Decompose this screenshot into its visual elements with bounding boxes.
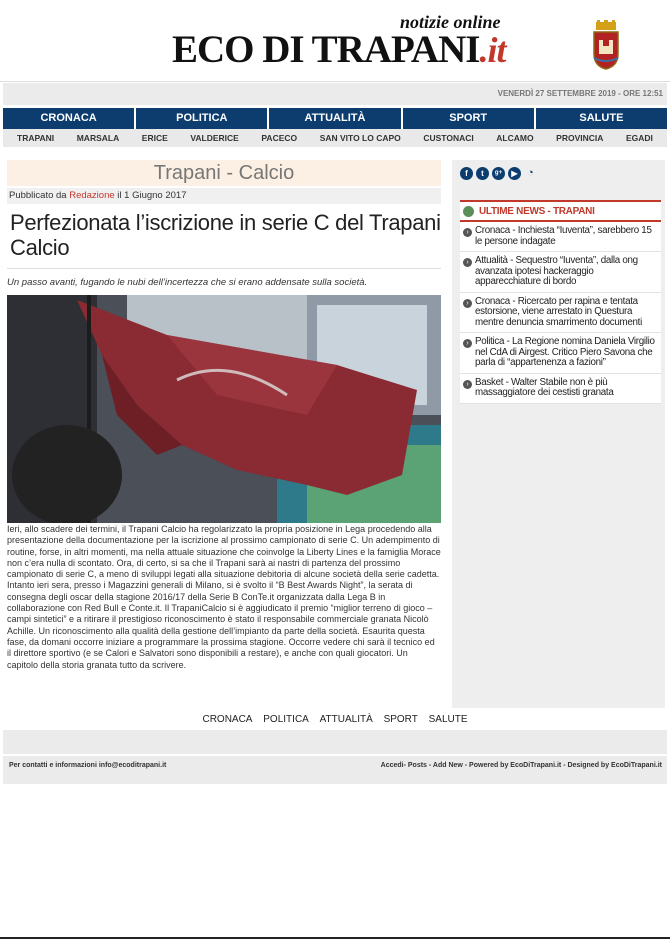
news-item[interactable]: › Politica - La Regione nomina Daniela V… — [460, 333, 661, 374]
sub-nav-item-trapani[interactable]: TRAPANI — [17, 129, 54, 147]
news-item[interactable]: › Attualità - Sequestro “Iuventa”, dalla… — [460, 252, 661, 293]
arrow-right-icon: › — [463, 298, 472, 308]
latest-news-heading: ULTIME NEWS - TRAPANI — [460, 200, 661, 222]
footer-contact[interactable]: Per contatti e informazioni info@ecoditr… — [9, 762, 166, 769]
news-item[interactable]: › Basket - Walter Stabile non è più mass… — [460, 374, 661, 404]
arrow-right-icon: › — [463, 228, 472, 237]
footer-nav: CRONACA POLITICA ATTUALITÀ SPORT SALUTE — [0, 714, 670, 725]
footer-spacer-bar — [3, 730, 667, 754]
news-item-text[interactable]: Cronaca - Ricercato per rapina e tentata… — [475, 296, 658, 329]
arrow-right-icon: › — [463, 339, 472, 348]
logo-main-text: ECO DI TRAPANI — [172, 28, 480, 71]
sub-nav: TRAPANI MARSALA ERICE VALDERICE PACECO S… — [3, 129, 667, 147]
main-nav-item-sport[interactable]: SPORT — [402, 108, 534, 129]
current-date: VENERDÌ 27 SETTEMBRE 2019 - ORE 12:51 — [497, 89, 663, 98]
published-prefix: Pubblicato da — [9, 190, 67, 201]
news-item-text[interactable]: Attualità - Sequestro “Iuventa”, dalla o… — [475, 255, 658, 288]
twitter-icon[interactable]: t — [476, 167, 489, 180]
published-date: il 1 Giugno 2017 — [117, 190, 187, 201]
logo-suffix-text: .it — [479, 30, 506, 70]
footer-credits[interactable]: Accedi- Posts - Add New - Powered by Eco… — [381, 762, 662, 769]
clock-icon — [463, 205, 474, 217]
sidebar: f t g+ ▶ ◔ ULTIME NEWS - TRAPANI › Crona… — [452, 160, 665, 708]
article-title: Perfezionata l’iscrizione in serie C del… — [7, 210, 441, 269]
site-logo[interactable]: ECO DI TRAPANI.it — [172, 28, 506, 71]
site-header: notizie online ECO DI TRAPANI.it — [0, 0, 670, 82]
category-banner[interactable]: Trapani - Calcio — [7, 160, 441, 186]
sub-nav-item-san-vito[interactable]: SAN VITO LO CAPO — [320, 129, 401, 147]
footer-nav-item-salute[interactable]: SALUTE — [429, 714, 468, 725]
rss-icon[interactable]: ◔ — [524, 167, 537, 180]
facebook-icon[interactable]: f — [460, 167, 473, 180]
news-item[interactable]: › Cronaca - Inchiesta “Iuventa”, sarebbe… — [460, 222, 661, 252]
city-crest-icon — [593, 20, 619, 70]
footer-nav-item-cronaca[interactable]: CRONACA — [202, 714, 252, 725]
news-item-text[interactable]: Basket - Walter Stabile non è più massag… — [475, 377, 658, 399]
youtube-icon[interactable]: ▶ — [508, 167, 521, 180]
footer-nav-item-politica[interactable]: POLITICA — [263, 714, 309, 725]
footer-bar: Per contatti e informazioni info@ecoditr… — [3, 756, 667, 784]
sub-nav-item-custonaci[interactable]: CUSTONACI — [423, 129, 473, 147]
arrow-right-icon: › — [463, 379, 472, 389]
main-nav-item-attualita[interactable]: ATTUALITÀ — [269, 108, 401, 129]
sub-nav-item-alcamo[interactable]: ALCAMO — [496, 129, 533, 147]
flag-photo-illustration — [7, 295, 441, 523]
footer-nav-item-attualita[interactable]: ATTUALITÀ — [320, 714, 373, 725]
sub-nav-item-egadi[interactable]: EGADI — [626, 129, 653, 147]
latest-news-title: ULTIME NEWS - TRAPANI — [479, 205, 595, 217]
article-lead: Un passo avanti, fugando le nubi dell’in… — [7, 277, 368, 288]
main-nav-item-salute[interactable]: SALUTE — [535, 108, 668, 129]
google-plus-icon[interactable]: g+ — [492, 167, 505, 180]
latest-news-box: ULTIME NEWS - TRAPANI › Cronaca - Inchie… — [460, 200, 661, 404]
main-nav-item-cronaca[interactable]: CRONACA — [3, 108, 135, 129]
main-nav: CRONACA POLITICA ATTUALITÀ SPORT SALUTE — [3, 108, 668, 129]
publication-info: Pubblicato da Redazione il 1 Giugno 2017 — [7, 188, 441, 204]
article: Trapani - Calcio Pubblicato da Redazione… — [7, 160, 441, 671]
sub-nav-item-provincia[interactable]: PROVINCIA — [556, 129, 603, 147]
sub-nav-item-valderice[interactable]: VALDERICE — [190, 129, 239, 147]
date-bar: VENERDÌ 27 SETTEMBRE 2019 - ORE 12:51 — [3, 83, 667, 105]
sub-nav-item-erice[interactable]: ERICE — [142, 129, 168, 147]
footer-nav-item-sport[interactable]: SPORT — [384, 714, 418, 725]
author-link[interactable]: Redazione — [69, 190, 114, 201]
main-nav-item-politica[interactable]: POLITICA — [136, 108, 268, 129]
news-item-text[interactable]: Cronaca - Inchiesta “Iuventa”, sarebbero… — [475, 225, 658, 247]
sub-nav-item-paceco[interactable]: PACECO — [261, 129, 297, 147]
social-links: f t g+ ▶ ◔ — [460, 167, 537, 180]
sub-nav-item-marsala[interactable]: MARSALA — [77, 129, 120, 147]
article-body: Ieri, allo scadere dei termini, il Trapa… — [7, 524, 441, 670]
news-item[interactable]: › Cronaca - Ricercato per rapina e tenta… — [460, 293, 661, 333]
article-photo — [7, 295, 441, 523]
news-item-text[interactable]: Politica - La Regione nomina Daniela Vir… — [475, 336, 658, 369]
arrow-right-icon: › — [463, 258, 472, 267]
